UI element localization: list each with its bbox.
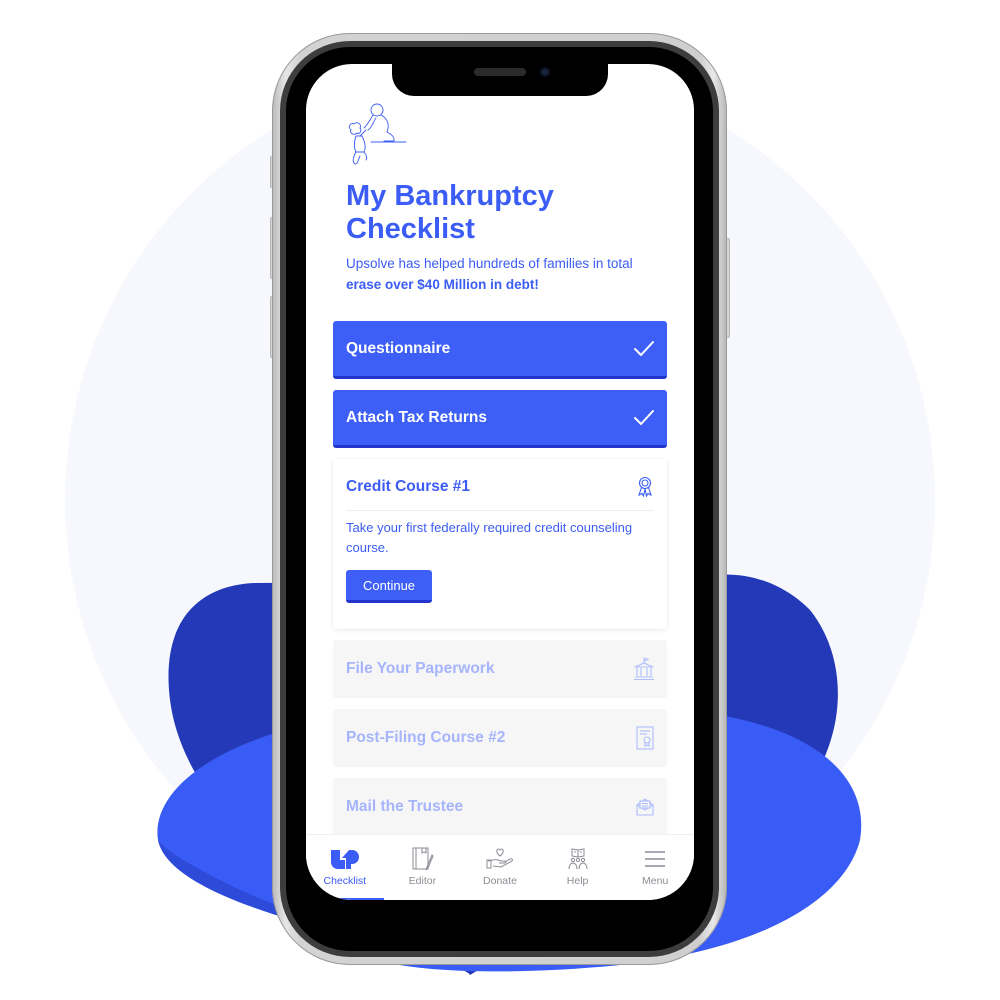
step-file-your-paperwork[interactable]: File Your Paperwork bbox=[333, 640, 667, 698]
tab-editor[interactable]: Editor bbox=[384, 835, 462, 900]
notebook-pen-icon bbox=[412, 847, 434, 871]
check-icon bbox=[634, 340, 654, 356]
step-label: File Your Paperwork bbox=[346, 660, 495, 677]
card-header: Credit Course #1 bbox=[346, 459, 654, 511]
upsolve-logo-icon bbox=[330, 850, 359, 869]
step-label: Mail the Trustee bbox=[346, 798, 464, 815]
community-book-icon bbox=[568, 848, 588, 870]
tab-help[interactable]: Help bbox=[539, 835, 617, 900]
app-screen: My Bankruptcy Checklist Upsolve has help… bbox=[306, 64, 694, 900]
hamburger-menu-icon bbox=[645, 851, 666, 867]
tab-label: Help bbox=[566, 875, 589, 887]
page-subtitle: Upsolve has helped hundreds of families … bbox=[346, 253, 676, 295]
step-attach-tax-returns[interactable]: Attach Tax Returns bbox=[333, 390, 667, 448]
ribbon-award-icon bbox=[638, 476, 652, 497]
tab-label: Donate bbox=[483, 875, 517, 887]
front-camera bbox=[540, 67, 550, 77]
card-title: Credit Course #1 bbox=[346, 477, 471, 495]
continue-button[interactable]: Continue bbox=[346, 570, 433, 603]
tab-label: Editor bbox=[408, 875, 437, 887]
step-label: Questionnaire bbox=[346, 339, 451, 357]
card-description: Take your first federally required credi… bbox=[346, 520, 633, 555]
bottom-tab-bar: Checklist Editor Donate Help Menu bbox=[306, 834, 694, 900]
page-title: My Bankruptcy Checklist bbox=[346, 180, 554, 245]
subtitle-highlight: erase over $40 Million in debt! bbox=[346, 277, 539, 292]
heart-hand-icon bbox=[486, 848, 513, 869]
certificate-icon bbox=[636, 726, 654, 750]
subtitle-text: Upsolve has helped hundreds of families … bbox=[346, 256, 633, 271]
tab-label: Menu bbox=[642, 875, 669, 887]
open-envelope-icon bbox=[636, 798, 654, 816]
helping-hand-illustration bbox=[349, 103, 407, 165]
courthouse-icon bbox=[634, 657, 654, 681]
tab-checklist[interactable]: Checklist bbox=[306, 835, 384, 900]
tab-menu[interactable]: Menu bbox=[616, 835, 694, 900]
earpiece-speaker bbox=[474, 68, 526, 76]
step-mail-the-trustee[interactable]: Mail the Trustee bbox=[333, 778, 667, 836]
tab-donate[interactable]: Donate bbox=[461, 835, 539, 900]
step-questionnaire[interactable]: Questionnaire bbox=[333, 321, 667, 379]
phone-notch bbox=[392, 58, 608, 96]
step-label: Attach Tax Returns bbox=[346, 408, 487, 426]
step-post-filing-course[interactable]: Post-Filing Course #2 bbox=[333, 709, 667, 767]
step-credit-course-card: Credit Course #1 Take your first federal… bbox=[333, 459, 667, 629]
check-icon bbox=[634, 409, 654, 425]
step-label: Post-Filing Course #2 bbox=[346, 729, 506, 746]
tab-label: Checklist bbox=[323, 875, 367, 887]
